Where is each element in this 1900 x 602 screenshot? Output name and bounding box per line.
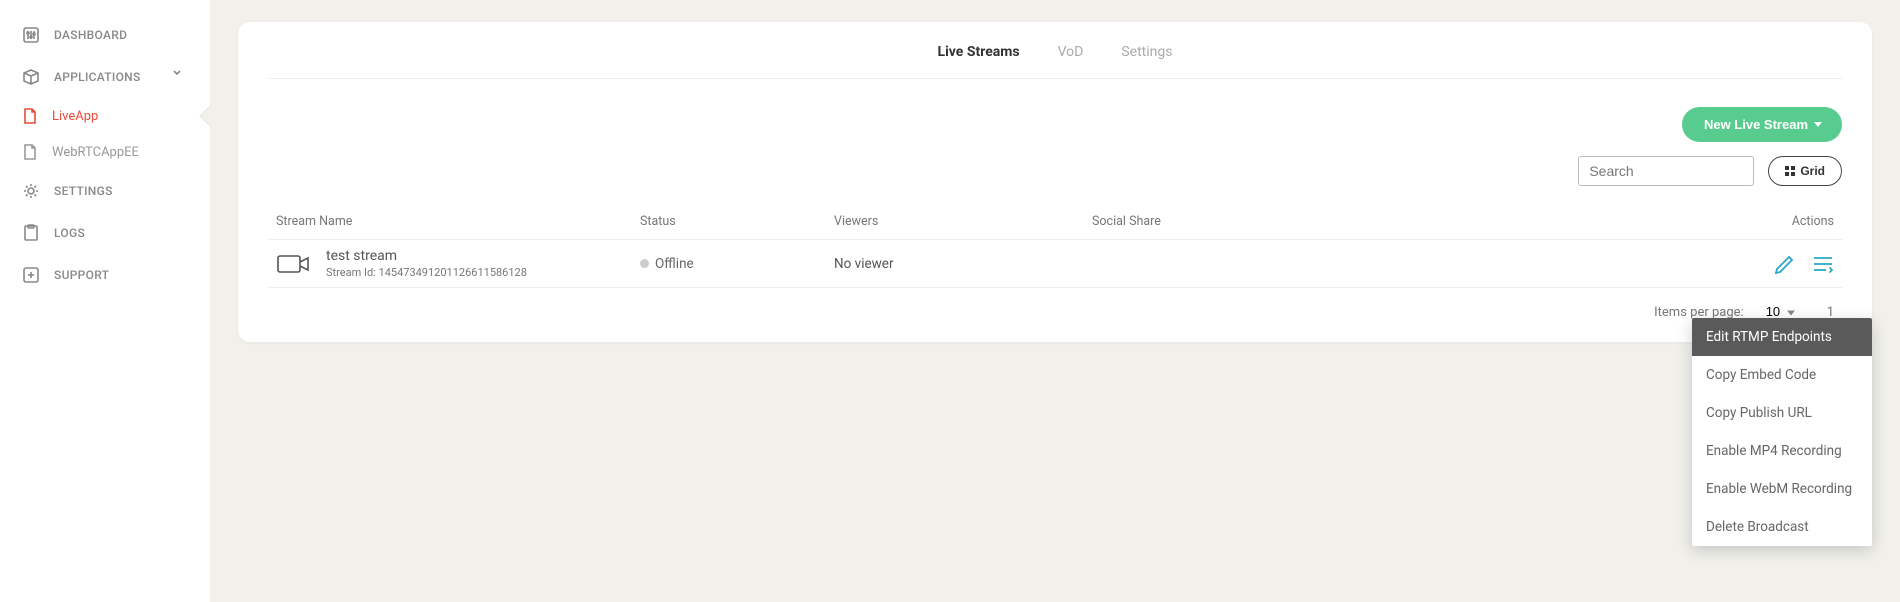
button-label: New Live Stream — [1704, 117, 1808, 132]
chevron-down-icon — [172, 68, 190, 86]
dropdown-delete-broadcast[interactable]: Delete Broadcast — [1692, 508, 1872, 546]
sidebar-item-label: LiveApp — [52, 109, 98, 124]
button-label: Grid — [1800, 164, 1825, 178]
actions-dropdown: Edit RTMP Endpoints Copy Embed Code Copy… — [1692, 318, 1872, 546]
status-cell: Offline — [640, 256, 834, 272]
file-icon — [22, 108, 38, 124]
nav-support[interactable]: SUPPORT — [0, 254, 210, 296]
main-content: Live Streams VoD Settings New Live Strea… — [210, 0, 1900, 602]
file-icon — [22, 144, 38, 160]
actions-row: New Live Stream — [268, 79, 1842, 156]
cube-icon — [22, 68, 40, 86]
tab-live-streams[interactable]: Live Streams — [938, 40, 1020, 64]
nav-label: LOGS — [54, 226, 85, 240]
app-root: DASHBOARD APPLICATIONS LiveApp WebRTCApp… — [0, 0, 1900, 602]
sidebar-item-webrtcappee[interactable]: WebRTCAppEE — [0, 134, 210, 170]
search-input[interactable] — [1578, 156, 1754, 186]
header-social: Social Share — [1092, 214, 1734, 229]
dropdown-edit-rtmp-endpoints[interactable]: Edit RTMP Endpoints — [1692, 318, 1872, 356]
stream-name-cell: test stream Stream Id: 14547349120112661… — [276, 248, 640, 279]
dropdown-enable-mp4-recording[interactable]: Enable MP4 Recording — [1692, 432, 1872, 470]
nav-dashboard[interactable]: DASHBOARD — [0, 14, 210, 56]
actions-cell — [1734, 254, 1834, 274]
nav-applications[interactable]: APPLICATIONS — [0, 56, 210, 98]
pagination: Items per page: 10 1 — [268, 288, 1842, 322]
grid-view-button[interactable]: Grid — [1768, 156, 1842, 186]
plus-box-icon — [22, 266, 40, 284]
nav-label: APPLICATIONS — [54, 70, 141, 84]
header-actions: Actions — [1734, 214, 1834, 229]
status-text: Offline — [655, 256, 694, 272]
nav-label: SUPPORT — [54, 268, 109, 282]
tab-vod[interactable]: VoD — [1058, 40, 1084, 64]
header-stream-name: Stream Name — [276, 214, 640, 229]
dropdown-copy-embed-code[interactable]: Copy Embed Code — [1692, 356, 1872, 394]
dropdown-enable-webm-recording[interactable]: Enable WebM Recording — [1692, 470, 1872, 508]
table-header: Stream Name Status Viewers Social Share … — [268, 204, 1842, 239]
tab-settings[interactable]: Settings — [1121, 40, 1172, 64]
status-dot — [640, 259, 649, 268]
content-card: Live Streams VoD Settings New Live Strea… — [238, 22, 1872, 342]
edit-icon[interactable] — [1774, 254, 1796, 274]
stream-id: Stream Id: 145473491201126611586128 — [326, 266, 527, 279]
filter-row: Grid — [268, 156, 1842, 204]
nav-label: SETTINGS — [54, 184, 113, 198]
gear-icon — [22, 182, 40, 200]
menu-list-icon[interactable] — [1812, 254, 1834, 274]
table-row: test stream Stream Id: 14547349120112661… — [268, 239, 1842, 288]
grid-icon — [1785, 166, 1795, 176]
nav-settings[interactable]: SETTINGS — [0, 170, 210, 212]
header-status: Status — [640, 214, 834, 229]
new-live-stream-button[interactable]: New Live Stream — [1682, 107, 1842, 142]
clipboard-icon — [22, 224, 40, 242]
sidebar: DASHBOARD APPLICATIONS LiveApp WebRTCApp… — [0, 0, 210, 602]
sidebar-item-label: WebRTCAppEE — [52, 145, 139, 160]
tabs: Live Streams VoD Settings — [268, 22, 1842, 79]
dropdown-copy-publish-url[interactable]: Copy Publish URL — [1692, 394, 1872, 432]
sidebar-item-liveapp[interactable]: LiveApp — [0, 98, 210, 134]
nav-logs[interactable]: LOGS — [0, 212, 210, 254]
camera-icon — [276, 252, 312, 276]
header-viewers: Viewers — [834, 214, 1092, 229]
stream-name: test stream — [326, 248, 527, 264]
sliders-icon — [22, 26, 40, 44]
viewers-cell: No viewer — [834, 256, 1092, 272]
nav-label: DASHBOARD — [54, 28, 127, 42]
